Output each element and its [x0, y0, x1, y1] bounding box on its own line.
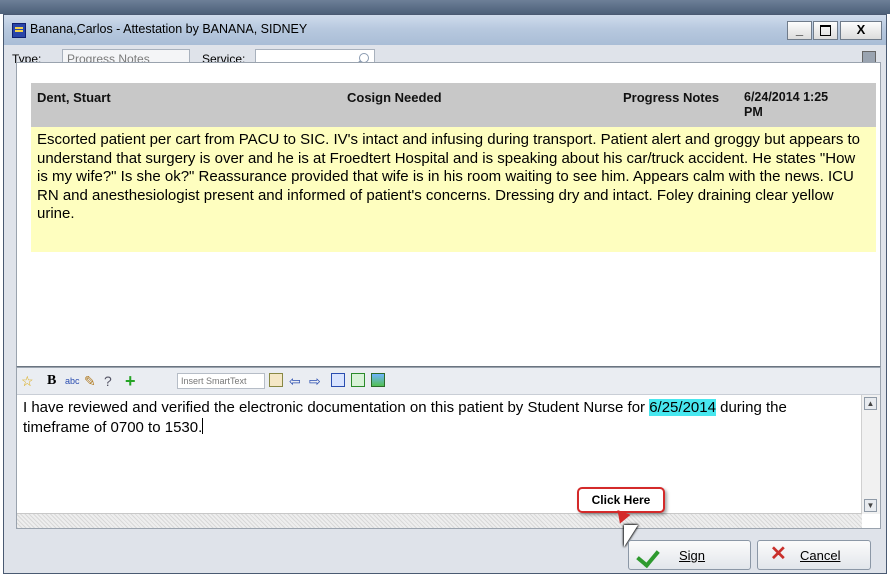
- note-author: Dent, Stuart: [37, 90, 111, 105]
- refresh-icon[interactable]: [351, 373, 365, 387]
- title-bar: Banana,Carlos - Attestation by BANANA, S…: [4, 15, 886, 45]
- attestation-text-start: I have reviewed and verified the electro…: [23, 399, 650, 416]
- smarttext-list-icon[interactable]: [269, 373, 283, 387]
- maximize-button[interactable]: [813, 21, 838, 40]
- note-header: Dent, Stuart Cosign Needed Progress Note…: [31, 83, 876, 127]
- click-here-callout: Click Here: [577, 487, 665, 513]
- note-display-panel: Dent, Stuart Cosign Needed Progress Note…: [16, 62, 881, 368]
- insert-icon[interactable]: [331, 373, 345, 387]
- attestation-text[interactable]: I have reviewed and verified the electro…: [23, 398, 853, 438]
- arrow-left-icon[interactable]: ⇦: [289, 373, 301, 389]
- add-icon[interactable]: +: [125, 372, 136, 390]
- minimize-button[interactable]: _: [787, 21, 812, 40]
- maximize-icon: [820, 25, 831, 36]
- attestation-editor: ☆ B abc ✎ ? + Insert SmartText ⇦ ⇨ I hav…: [16, 367, 881, 529]
- vertical-scrollbar[interactable]: ▲ ▼: [861, 395, 880, 514]
- note-status: Cosign Needed: [347, 90, 442, 105]
- edit-icon[interactable]: ✎: [84, 373, 96, 389]
- sign-button-label: Sign: [679, 548, 706, 563]
- spellcheck-icon[interactable]: abc: [65, 373, 80, 389]
- horizontal-scrollbar[interactable]: [17, 513, 862, 528]
- note-datetime: 6/24/2014 1:25 PM: [744, 90, 829, 119]
- cancel-x-icon: ✕: [770, 543, 787, 565]
- cancel-button[interactable]: ✕ Cancel: [757, 540, 871, 570]
- window-title: Banana,Carlos - Attestation by BANANA, S…: [30, 22, 308, 36]
- smarttext-input[interactable]: Insert SmartText: [177, 373, 265, 389]
- app-icon: [12, 23, 26, 38]
- bold-icon[interactable]: B: [47, 373, 56, 389]
- background-window-strip: [0, 0, 890, 14]
- note-type: Progress Notes: [623, 90, 720, 105]
- cancel-button-label: Cancel: [800, 548, 841, 563]
- arrow-right-icon[interactable]: ⇨: [309, 373, 321, 389]
- checkmark-icon: [636, 543, 660, 569]
- text-caret: [202, 418, 204, 434]
- sign-button[interactable]: Sign: [628, 540, 751, 570]
- help-icon[interactable]: ?: [104, 373, 112, 389]
- note-body: Escorted patient per cart from PACU to S…: [31, 127, 876, 252]
- star-icon[interactable]: ☆: [21, 373, 34, 389]
- highlighted-date: 6/25/2014: [649, 399, 716, 416]
- scroll-down-icon[interactable]: ▼: [864, 499, 877, 512]
- close-button[interactable]: X: [840, 21, 882, 40]
- editor-toolbar: ☆ B abc ✎ ? + Insert SmartText ⇦ ⇨: [17, 368, 880, 395]
- image-icon[interactable]: [371, 373, 385, 387]
- scroll-up-icon[interactable]: ▲: [864, 397, 877, 410]
